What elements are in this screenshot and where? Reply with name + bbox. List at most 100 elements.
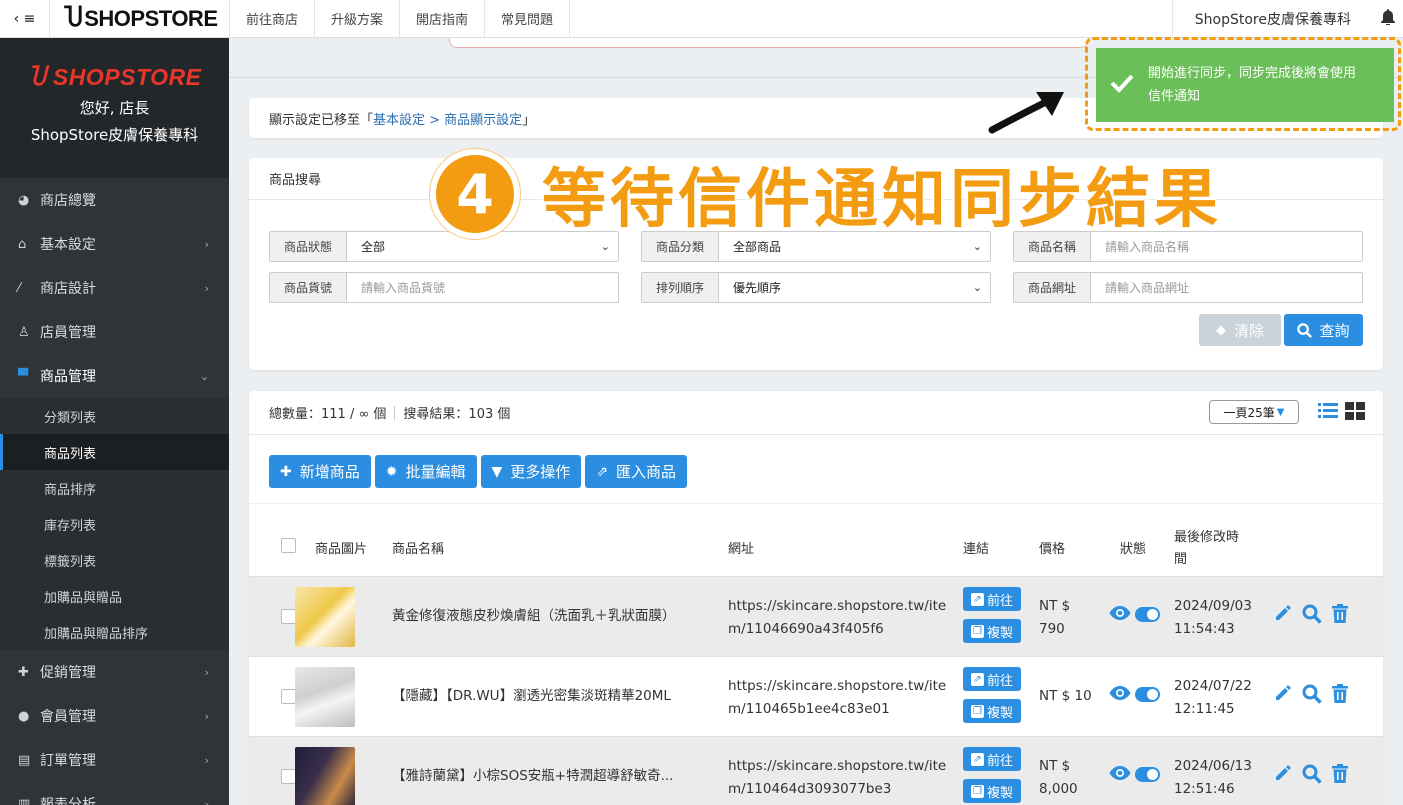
product-list-panel: 總數量：111 / ∞ 個 搜尋結果：103 個 一頁25筆 ▼ ✚ 新增商品 ✹ 批… (249, 391, 1383, 805)
modified-time: 2024/07/22 12:11:45 (1174, 678, 1252, 717)
more-actions-button[interactable]: ▼ 更多操作 (480, 455, 582, 488)
go-link-button[interactable]: ⇗ 前往 (963, 667, 1021, 691)
go-link-button[interactable]: ⇗ 前往 (963, 587, 1021, 611)
table-header: 商品圖片 商品名稱 網址 連結 價格 狀態 最後修改時 間 (249, 516, 1383, 576)
sidebar-greeting: 您好, 店長 (79, 99, 150, 117)
import-icon: ⇗ (596, 463, 609, 480)
table-row: 【隱藏】【DR.WU】瀏透光密集淡斑精華20ML https://skincar… (249, 656, 1383, 736)
copy-link-button[interactable]: ❐ 複製 (963, 699, 1021, 723)
sidebar-item-basic-settings[interactable]: ⌂ 基本設定 › (0, 222, 229, 266)
go-link-button[interactable]: ⇗ 前往 (963, 747, 1021, 771)
trash-icon[interactable] (1332, 604, 1348, 623)
sidebar-item-reports[interactable]: ▥ 報表分析 › (0, 782, 229, 805)
check-icon (1110, 71, 1148, 99)
table-row: 【雅詩蘭黛】小棕SOS安瓶+特潤超導舒敏奇... https://skincar… (249, 736, 1383, 805)
product-name[interactable]: 【隱藏】【DR.WU】瀏透光密集淡斑精華20ML (392, 684, 702, 704)
row-checkbox[interactable] (281, 769, 296, 784)
search-icon[interactable] (1302, 764, 1322, 784)
nav-faq[interactable]: 常見問題 (485, 0, 571, 38)
sidebar-sub-addons[interactable]: 加購品與贈品 (0, 578, 229, 614)
store-name-menu[interactable]: ShopStore皮膚保養專科 (1171, 0, 1373, 38)
clear-button[interactable]: ◆ 清除 (1199, 314, 1281, 346)
sidebar-item-overview[interactable]: ◕ 商店總覽 (0, 178, 229, 222)
modified-time: 2024/09/03 11:54:43 (1174, 598, 1252, 637)
product-price: NT $ 10 (1039, 688, 1092, 704)
gear-icon: ✹ (385, 463, 398, 480)
caret-down-icon: ▼ (1276, 406, 1285, 418)
bell-icon[interactable] (1373, 8, 1403, 29)
copy-link-button[interactable]: ❐ 複製 (963, 619, 1021, 643)
eye-icon[interactable] (1109, 765, 1131, 781)
sidebar-store-name: ShopStore皮膚保養專科 (30, 126, 199, 144)
sidebar-logo: Ⴎ SHOPSTORE (27, 64, 202, 90)
sidebar-sub-product-sort[interactable]: 商品排序 (0, 470, 229, 506)
edit-icon[interactable] (1274, 684, 1292, 702)
sort-order-select[interactable]: 排列順序 優先順序 ⌄ (641, 272, 991, 303)
sidebar-item-promotions[interactable]: ✚ 促銷管理 › (0, 650, 229, 694)
import-products-button[interactable]: ⇗ 匯入商品 (585, 455, 688, 488)
copy-icon: ❐ (970, 704, 984, 718)
product-name[interactable]: 【雅詩蘭黛】小棕SOS安瓶+特潤超導舒敏奇... (392, 764, 702, 784)
product-sku-input[interactable]: 商品貨號 請輸入商品貨號 (269, 272, 619, 303)
copy-icon: ❐ (970, 784, 984, 798)
sidebar-sub-inventory[interactable]: 庫存列表 (0, 506, 229, 542)
sidebar-item-store-design[interactable]: ⁄ 商店設計 › (0, 266, 229, 310)
nav-guide[interactable]: 開店指南 (400, 0, 486, 38)
sidebar-item-orders[interactable]: ▤ 訂單管理 › (0, 738, 229, 782)
status-toggle[interactable] (1135, 767, 1160, 782)
total-count: 總數量：111 / ∞ 個 (269, 407, 387, 422)
eye-icon[interactable] (1109, 605, 1131, 621)
row-checkbox[interactable] (281, 689, 296, 704)
row-checkbox[interactable] (281, 609, 296, 624)
top-logo[interactable]: Ⴎ SHOPSTORE (50, 0, 230, 38)
chart-icon: ▥ (18, 796, 31, 805)
search-icon[interactable] (1302, 684, 1322, 704)
search-icon[interactable] (1302, 604, 1322, 624)
sidebar-item-staff[interactable]: ♙ 店員管理 (0, 310, 229, 354)
eye-icon[interactable] (1109, 685, 1131, 701)
users-icon: ● (18, 708, 30, 724)
query-button[interactable]: 查詢 (1284, 314, 1363, 346)
sync-toast[interactable]: 開始進行同步，同步完成後將會使用 信件通知 (1096, 48, 1394, 122)
dashboard-icon: ◕ (18, 192, 30, 208)
copy-link-button[interactable]: ❐ 複製 (963, 779, 1021, 803)
sidebar-sub-tags[interactable]: 標籤列表 (0, 542, 229, 578)
step-number-badge: 4 (430, 149, 520, 239)
notice-link[interactable]: 基本設定 > 商品顯示設定 (373, 109, 522, 128)
sidebar-sub-categories[interactable]: 分類列表 (0, 398, 229, 434)
caret-down-icon: ▼ (491, 463, 503, 480)
sidebar-item-products[interactable]: ▀ 商品管理 ⌄ (0, 354, 229, 398)
step-annotation-text: 等待信件通知同步結果 (541, 162, 1222, 238)
product-url: https://skincare.shopstore.tw/ite m/11046… (728, 598, 947, 637)
grid-view-icon[interactable] (1345, 402, 1365, 420)
edit-icon[interactable] (1274, 604, 1292, 622)
top-bar: ‹ ≡ Ⴎ SHOPSTORE 前往商店 升級方案 開店指南 常見問題 Shop… (0, 0, 1403, 38)
order-icon: ▤ (18, 752, 31, 768)
search-result-count: 搜尋結果：103 個 (403, 407, 511, 422)
trash-icon[interactable] (1332, 764, 1348, 783)
status-toggle[interactable] (1135, 607, 1160, 622)
edit-icon[interactable] (1274, 764, 1292, 782)
list-view-icon[interactable] (1318, 402, 1338, 420)
top-nav: 前往商店 升級方案 開店指南 常見問題 (230, 0, 571, 38)
product-url-input[interactable]: 商品網址 請輸入商品網址 (1013, 272, 1363, 303)
status-toggle[interactable] (1135, 687, 1160, 702)
trash-icon[interactable] (1332, 684, 1348, 703)
product-name[interactable]: 黃金修復液態皮秒煥膚組（洗面乳＋乳狀面膜） (392, 604, 702, 624)
sidebar-sub-product-list[interactable]: 商品列表 (0, 434, 229, 470)
plus-icon: ✚ (280, 463, 292, 480)
chevron-right-icon: › (204, 237, 209, 251)
select-all-checkbox[interactable] (281, 538, 296, 553)
batch-edit-button[interactable]: ✹ 批量編輯 (374, 455, 477, 488)
menu-collapse-button[interactable]: ‹ ≡ (0, 0, 50, 38)
product-image[interactable] (295, 747, 355, 805)
nav-upgrade[interactable]: 升級方案 (315, 0, 401, 38)
product-image[interactable] (295, 667, 355, 727)
product-image[interactable] (295, 587, 355, 647)
sidebar-item-members[interactable]: ● 會員管理 › (0, 694, 229, 738)
search-icon (1297, 322, 1313, 338)
per-page-select[interactable]: 一頁25筆 ▼ (1209, 400, 1299, 424)
nav-go-store[interactable]: 前往商店 (230, 0, 316, 38)
sidebar-sub-addons-sort[interactable]: 加購品與贈品排序 (0, 614, 229, 650)
add-product-button[interactable]: ✚ 新增商品 (269, 455, 371, 488)
